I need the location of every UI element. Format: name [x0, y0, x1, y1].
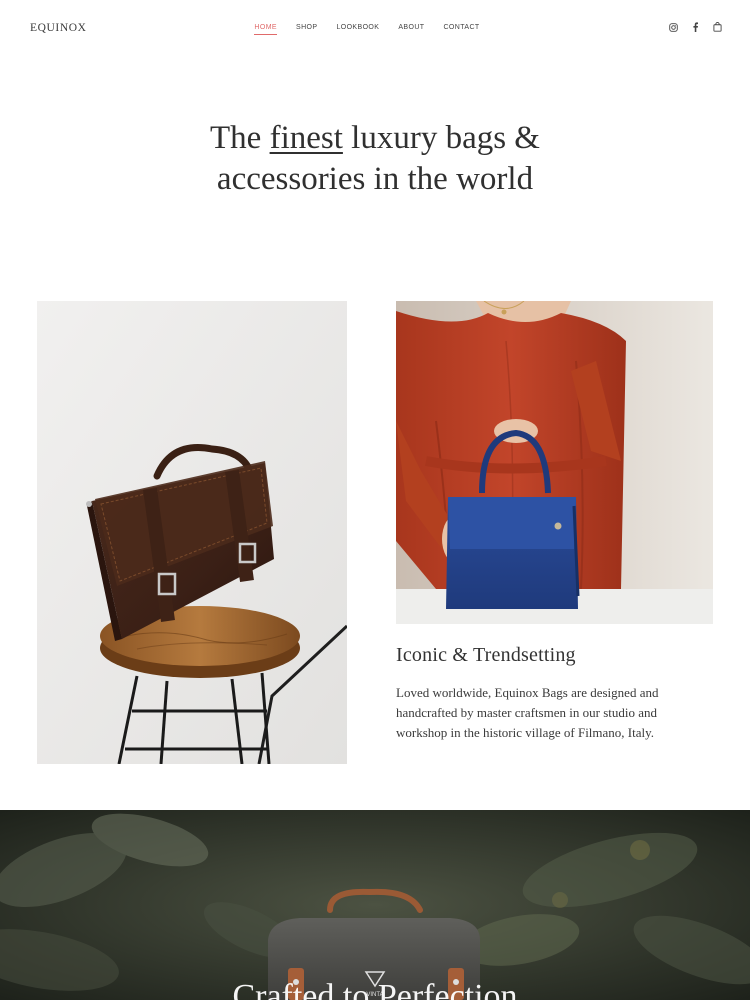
nav-lookbook[interactable]: LOOKBOOK	[336, 24, 379, 35]
feature-title: Iconic & Trendsetting	[396, 644, 576, 666]
banner-title: Crafted to Perfection	[232, 978, 518, 1000]
nav-contact[interactable]: CONTACT	[443, 24, 479, 35]
main-nav: HOME SHOP LOOKBOOK ABOUT CONTACT	[0, 24, 750, 35]
shopping-bag-icon[interactable]	[712, 22, 722, 32]
facebook-icon[interactable]	[690, 22, 700, 32]
hero-before: The	[210, 120, 270, 156]
hero-line1-rest: luxury bags &	[342, 120, 540, 156]
nav-about[interactable]: ABOUT	[398, 24, 424, 35]
hero-line2: accessories in the world	[216, 161, 534, 197]
nav-shop[interactable]: SHOP	[296, 24, 317, 35]
nav-home[interactable]: HOME	[254, 24, 277, 35]
instagram-icon[interactable]	[668, 22, 678, 32]
site-header: EQUINOX HOME SHOP LOOKBOOK ABOUT CONTACT	[0, 0, 750, 58]
social-links	[668, 22, 722, 32]
feature-description: Loved worldwide, Equinox Bags are design…	[396, 685, 659, 740]
hero-headline: The finest luxury bags & accessories in …	[0, 118, 750, 200]
briefcase-photo	[37, 301, 347, 764]
site-logo[interactable]: EQUINOX	[30, 22, 87, 34]
hero-emphasis: finest	[269, 120, 343, 156]
hero-banner: VINTA Crafted to Perfection	[0, 810, 750, 1000]
woman-handbag-photo	[396, 301, 713, 624]
